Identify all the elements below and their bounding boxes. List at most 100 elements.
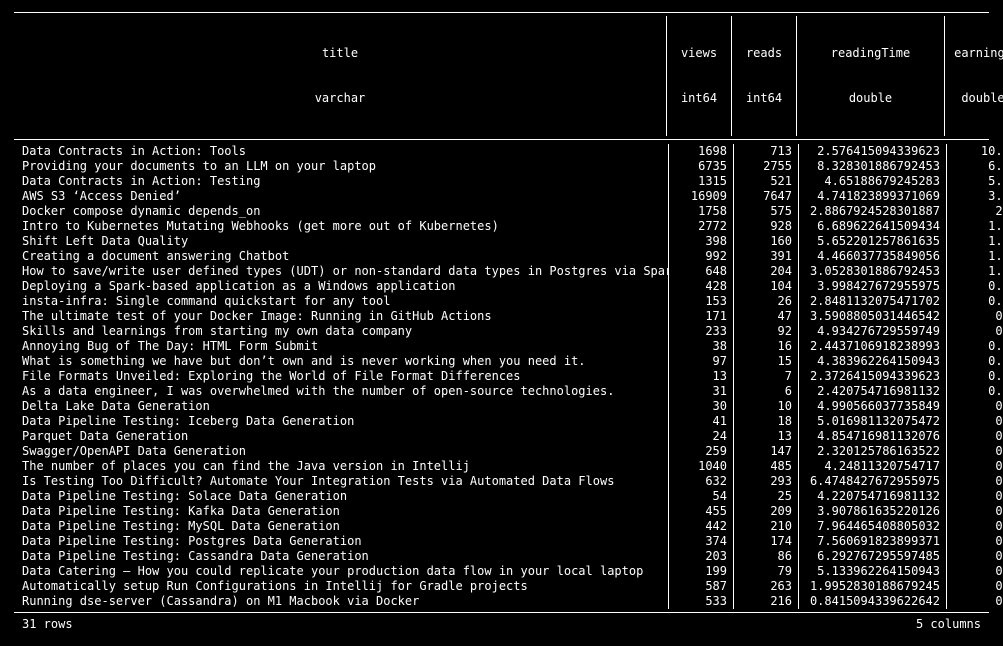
cell-views: 30 bbox=[669, 399, 733, 414]
cell-views: 24 bbox=[669, 429, 733, 444]
cell-readingtime: 2.576415094339623 bbox=[799, 144, 946, 159]
cell-reads: 575 bbox=[734, 204, 798, 219]
col-name: earnings bbox=[951, 46, 1003, 61]
cell-views: 13 bbox=[669, 369, 733, 384]
cell-views: 587 bbox=[669, 579, 733, 594]
col-header-readingtime: readingTime double bbox=[797, 16, 944, 136]
cell-earnings: 1.26 bbox=[947, 234, 1003, 249]
cell-earnings: 0.0 bbox=[947, 459, 1003, 474]
table-row: Skills and learnings from starting my ow… bbox=[14, 324, 989, 339]
col-dtype: double bbox=[951, 91, 1003, 106]
cell-reads: 391 bbox=[734, 249, 798, 264]
cell-readingtime: 3.0528301886792453 bbox=[799, 264, 946, 279]
cell-readingtime: 2.8481132075471702 bbox=[799, 294, 946, 309]
col-name: readingTime bbox=[803, 46, 938, 61]
cell-views: 992 bbox=[669, 249, 733, 264]
cell-readingtime: 2.4437106918238993 bbox=[799, 339, 946, 354]
cell-earnings: 0.89 bbox=[947, 279, 1003, 294]
cell-readingtime: 5.652201257861635 bbox=[799, 234, 946, 249]
cell-title: Data Pipeline Testing: Solace Data Gener… bbox=[14, 489, 668, 504]
cell-reads: 160 bbox=[734, 234, 798, 249]
cell-reads: 174 bbox=[734, 534, 798, 549]
cell-views: 31 bbox=[669, 384, 733, 399]
cell-earnings: 0.0 bbox=[947, 414, 1003, 429]
cell-views: 97 bbox=[669, 354, 733, 369]
cell-reads: 26 bbox=[734, 294, 798, 309]
cell-title: Intro to Kubernetes Mutating Webhooks (g… bbox=[14, 219, 668, 234]
cell-earnings: 0.0 bbox=[947, 399, 1003, 414]
cell-views: 2772 bbox=[669, 219, 733, 234]
data-table: title varchar views int64 reads int64 re… bbox=[14, 12, 989, 632]
cell-views: 259 bbox=[669, 444, 733, 459]
cell-reads: 928 bbox=[734, 219, 798, 234]
cell-title: Creating a document answering Chatbot bbox=[14, 249, 668, 264]
col-dtype: int64 bbox=[673, 91, 725, 106]
cell-readingtime: 4.466037735849056 bbox=[799, 249, 946, 264]
cell-readingtime: 4.934276729559749 bbox=[799, 324, 946, 339]
table-row: Intro to Kubernetes Mutating Webhooks (g… bbox=[14, 219, 989, 234]
cell-title: Data Contracts in Action: Testing bbox=[14, 174, 668, 189]
col-header-views: views int64 bbox=[667, 16, 731, 136]
cell-readingtime: 5.133962264150943 bbox=[799, 564, 946, 579]
table-row: Data Contracts in Action: Testing1315521… bbox=[14, 174, 989, 189]
cell-views: 16909 bbox=[669, 189, 733, 204]
cell-reads: 7647 bbox=[734, 189, 798, 204]
cell-title: Delta Lake Data Generation bbox=[14, 399, 668, 414]
cell-title: Data Pipeline Testing: Iceberg Data Gene… bbox=[14, 414, 668, 429]
cell-title: Deploying a Spark-based application as a… bbox=[14, 279, 668, 294]
cell-readingtime: 4.741823899371069 bbox=[799, 189, 946, 204]
cell-earnings: 0.0 bbox=[947, 504, 1003, 519]
table-header: title varchar views int64 reads int64 re… bbox=[14, 13, 989, 139]
cell-reads: 210 bbox=[734, 519, 798, 534]
cell-readingtime: 2.320125786163522 bbox=[799, 444, 946, 459]
cell-title: As a data engineer, I was overwhelmed wi… bbox=[14, 384, 668, 399]
cell-title: Annoying Bug of The Day: HTML Form Submi… bbox=[14, 339, 668, 354]
col-header-earnings: earnings double bbox=[945, 16, 1003, 136]
table-row: File Formats Unveiled: Exploring the Wor… bbox=[14, 369, 989, 384]
table-row: Data Pipeline Testing: Cassandra Data Ge… bbox=[14, 549, 989, 564]
cell-reads: 6 bbox=[734, 384, 798, 399]
cell-earnings: 0.12 bbox=[947, 384, 1003, 399]
cell-earnings: 0.0 bbox=[947, 579, 1003, 594]
col-count: 5 columns bbox=[916, 617, 981, 632]
table-row: What is something we have but don’t own … bbox=[14, 354, 989, 369]
cell-title: Data Pipeline Testing: Postgres Data Gen… bbox=[14, 534, 668, 549]
cell-title: Swagger/OpenAPI Data Generation bbox=[14, 444, 668, 459]
cell-earnings: 0.42 bbox=[947, 294, 1003, 309]
table-row: Automatically setup Run Configurations i… bbox=[14, 579, 989, 594]
cell-reads: 92 bbox=[734, 324, 798, 339]
cell-readingtime: 2.8867924528301887 bbox=[799, 204, 946, 219]
cell-reads: 485 bbox=[734, 459, 798, 474]
cell-title: Data Pipeline Testing: Kafka Data Genera… bbox=[14, 504, 668, 519]
cell-reads: 16 bbox=[734, 339, 798, 354]
table-row: Providing your documents to an LLM on yo… bbox=[14, 159, 989, 174]
cell-title: Data Pipeline Testing: Cassandra Data Ge… bbox=[14, 549, 668, 564]
cell-reads: 79 bbox=[734, 564, 798, 579]
cell-views: 648 bbox=[669, 264, 733, 279]
cell-readingtime: 6.4748427672955975 bbox=[799, 474, 946, 489]
table-row: Data Pipeline Testing: MySQL Data Genera… bbox=[14, 519, 989, 534]
cell-views: 203 bbox=[669, 549, 733, 564]
cell-readingtime: 2.3726415094339623 bbox=[799, 369, 946, 384]
table-row: Creating a document answering Chatbot992… bbox=[14, 249, 989, 264]
cell-earnings: 0.3 bbox=[947, 324, 1003, 339]
cell-title: What is something we have but don’t own … bbox=[14, 354, 668, 369]
col-name: reads bbox=[738, 46, 790, 61]
cell-earnings: 1.16 bbox=[947, 264, 1003, 279]
cell-earnings: 1.62 bbox=[947, 219, 1003, 234]
cell-readingtime: 6.292767295597485 bbox=[799, 549, 946, 564]
table-row: As a data engineer, I was overwhelmed wi… bbox=[14, 384, 989, 399]
cell-views: 38 bbox=[669, 339, 733, 354]
cell-earnings: 0.15 bbox=[947, 369, 1003, 384]
cell-readingtime: 1.9952830188679245 bbox=[799, 579, 946, 594]
cell-views: 41 bbox=[669, 414, 733, 429]
table-row: Annoying Bug of The Day: HTML Form Submi… bbox=[14, 339, 989, 354]
table-row: Docker compose dynamic depends_on1758575… bbox=[14, 204, 989, 219]
cell-readingtime: 4.65188679245283 bbox=[799, 174, 946, 189]
cell-views: 632 bbox=[669, 474, 733, 489]
cell-earnings: 5.41 bbox=[947, 174, 1003, 189]
cell-readingtime: 4.990566037735849 bbox=[799, 399, 946, 414]
cell-readingtime: 4.220754716981132 bbox=[799, 489, 946, 504]
cell-readingtime: 0.8415094339622642 bbox=[799, 594, 946, 609]
cell-reads: 86 bbox=[734, 549, 798, 564]
